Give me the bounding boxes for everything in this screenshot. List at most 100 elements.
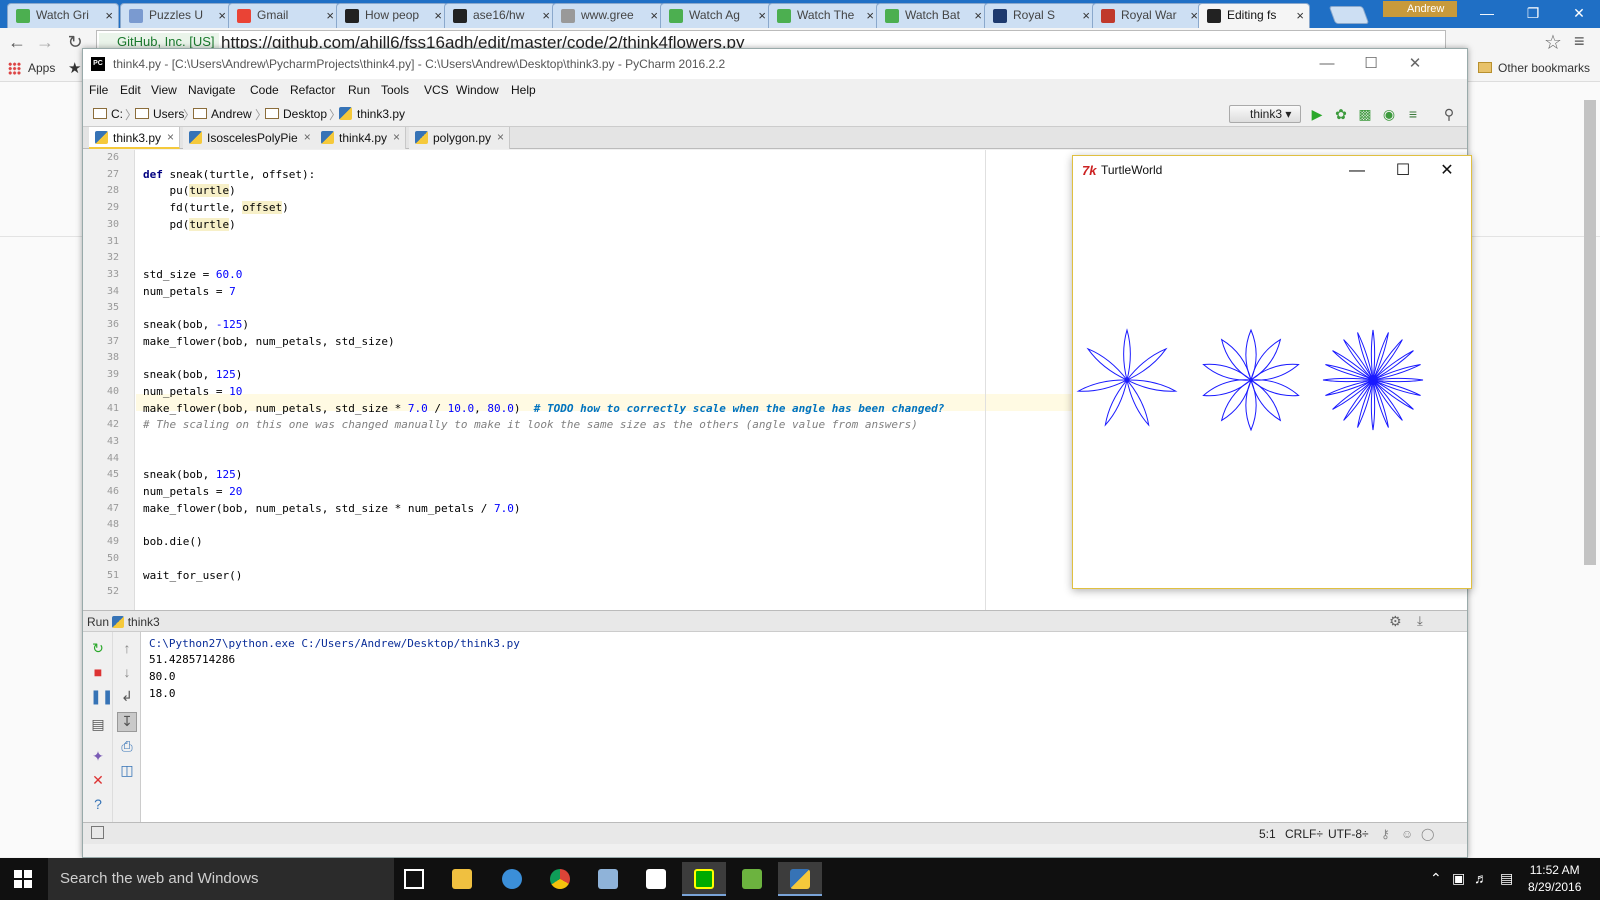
scroll-to-end-icon[interactable]: ↧	[117, 712, 137, 732]
taskbar-calculator[interactable]	[634, 862, 678, 896]
taskbar-app-4[interactable]	[586, 862, 630, 896]
bookmark-star-icon[interactable]: ☆	[1544, 30, 1562, 55]
menu-code[interactable]: Code	[250, 83, 279, 97]
settings-gear-icon[interactable]: ⚙	[1389, 613, 1402, 630]
taskbar-task-view[interactable]	[392, 862, 436, 896]
code-line[interactable]: # The scaling on this one was changed ma…	[143, 418, 918, 431]
browser-tab[interactable]: Watch The ×	[768, 3, 880, 28]
pycharm-minimize-button[interactable]: —	[1305, 53, 1349, 75]
code-line[interactable]: pu(turtle)	[143, 184, 236, 198]
pin-icon[interactable]: ✦	[90, 748, 106, 764]
browser-close-button[interactable]: ✕	[1556, 2, 1600, 24]
code-line[interactable]: num_petals = 20	[143, 485, 242, 498]
browser-restore-button[interactable]: ❐	[1510, 2, 1556, 24]
menu-window[interactable]: Window	[456, 83, 499, 97]
taskbar-edge[interactable]	[490, 862, 534, 896]
close-tab-icon[interactable]: ×	[218, 8, 226, 23]
tray-chevron-icon[interactable]: ⌃	[1430, 870, 1442, 887]
print-icon[interactable]: ⎙	[119, 738, 135, 754]
back-arrow-icon[interactable]: ←	[6, 31, 28, 53]
close-tab-icon[interactable]: ×	[393, 130, 400, 144]
bookmark-apps[interactable]: Apps	[8, 61, 55, 75]
close-tab-icon[interactable]: ×	[304, 130, 311, 144]
breadcrumb-andrew[interactable]: Andrew	[193, 107, 252, 121]
bookmark-other[interactable]: Other bookmarks	[1478, 61, 1590, 75]
breadcrumb-file[interactable]: think3.py	[339, 107, 405, 121]
menu-navigate[interactable]: Navigate	[188, 83, 235, 97]
taskbar-clock[interactable]: 11:52 AM 8/29/2016	[1528, 862, 1581, 896]
lock-icon[interactable]: ⚷	[1381, 827, 1390, 841]
profile-run-icon[interactable]: ◉	[1381, 106, 1397, 122]
line-separator[interactable]: CRLF÷	[1285, 827, 1323, 841]
code-line[interactable]: make_flower(bob, num_petals, std_size * …	[143, 502, 521, 515]
hide-panel-icon[interactable]: ⤓	[1417, 613, 1423, 629]
code-line[interactable]: def sneak(turtle, offset):	[143, 168, 315, 181]
stop-icon[interactable]: ■	[90, 664, 106, 680]
taskbar-file-explorer[interactable]	[440, 862, 484, 896]
browser-tab[interactable]: Watch Gri ×	[7, 3, 119, 28]
inspector-icon[interactable]: ☺	[1401, 827, 1413, 841]
down-arrow-icon[interactable]: ↓	[119, 664, 135, 680]
browser-tab[interactable]: Watch Ag ×	[660, 3, 772, 28]
network-icon[interactable]: ▣	[1452, 870, 1465, 887]
tab-isoscelespolypie[interactable]: IsoscelesPolyPie ×	[183, 127, 317, 149]
pause-icon[interactable]: ❚❚	[90, 688, 113, 704]
close-tab-icon[interactable]: ×	[866, 8, 874, 23]
close-tab-icon[interactable]: ×	[1082, 8, 1090, 23]
concurrency-icon[interactable]: ≡	[1405, 106, 1421, 122]
code-line[interactable]: sneak(bob, 125)	[143, 368, 242, 381]
file-encoding[interactable]: UTF-8÷	[1328, 827, 1369, 841]
code-line[interactable]: bob.die()	[143, 535, 203, 548]
soft-wrap-icon[interactable]: ↲	[119, 688, 135, 704]
tool-windows-icon[interactable]	[91, 826, 104, 839]
close-tab-icon[interactable]: ×	[434, 8, 442, 23]
browser-tab[interactable]: How peop ×	[336, 3, 448, 28]
event-log-icon[interactable]: ◯	[1421, 827, 1434, 841]
close-tab-icon[interactable]: ×	[758, 8, 766, 23]
rerun-icon[interactable]: ↻	[90, 640, 106, 656]
close-tab-icon[interactable]: ×	[167, 130, 174, 144]
close-tab-icon[interactable]: ×	[1296, 8, 1304, 23]
run-configuration-select[interactable]: think3 ▾	[1229, 105, 1301, 123]
code-line[interactable]: fd(turtle, offset)	[143, 201, 289, 215]
close-tab-icon[interactable]: ×	[1190, 8, 1198, 23]
menu-help[interactable]: Help	[511, 83, 536, 97]
pycharm-maximize-button[interactable]: ☐	[1349, 53, 1393, 75]
run-console[interactable]	[83, 632, 1467, 822]
layout-icon[interactable]: ▤	[90, 716, 106, 732]
menu-vcs[interactable]: VCS	[424, 83, 449, 97]
search-everywhere-icon[interactable]: ⚲	[1441, 106, 1457, 122]
browser-minimize-button[interactable]: —	[1464, 2, 1510, 24]
menu-refactor[interactable]: Refactor	[290, 83, 335, 97]
turtle-maximize-button[interactable]: ☐	[1381, 159, 1425, 183]
volume-icon[interactable]: ♬	[1474, 870, 1488, 886]
browser-tab[interactable]: ase16/hw ×	[444, 3, 556, 28]
code-line[interactable]: pd(turtle)	[143, 217, 236, 231]
taskbar-chrome[interactable]	[538, 862, 582, 896]
close-tab-icon[interactable]: ×	[650, 8, 658, 23]
taskbar-app-7[interactable]	[730, 862, 774, 896]
code-line[interactable]: make_flower(bob, num_petals, std_size * …	[143, 402, 944, 415]
breadcrumb-desktop[interactable]: Desktop	[265, 107, 327, 121]
close-run-icon[interactable]: ✕	[90, 772, 106, 788]
close-tab-icon[interactable]: ×	[974, 8, 982, 23]
menu-run[interactable]: Run	[348, 83, 370, 97]
browser-tab[interactable]: www.gree ×	[552, 3, 664, 28]
browser-tab[interactable]: Royal S ×	[984, 3, 1096, 28]
breadcrumb-users[interactable]: Users	[135, 107, 184, 121]
menu-file[interactable]: File	[89, 83, 108, 97]
chrome-menu-icon[interactable]: ≡	[1574, 31, 1585, 52]
tab-think3[interactable]: think3.py ×	[89, 127, 181, 149]
up-arrow-icon[interactable]: ↑	[119, 640, 135, 656]
close-tab-icon[interactable]: ×	[542, 8, 550, 23]
taskbar-pycharm[interactable]	[682, 862, 726, 896]
new-tab-button[interactable]	[1328, 6, 1370, 24]
coverage-icon[interactable]: ▩	[1357, 106, 1373, 122]
browser-tab[interactable]: Royal War ×	[1092, 3, 1204, 28]
close-tab-icon[interactable]: ×	[105, 8, 113, 23]
taskbar-search-box[interactable]: Search the web and Windows	[48, 858, 394, 900]
menu-edit[interactable]: Edit	[120, 83, 141, 97]
tab-think4[interactable]: think4.py ×	[315, 127, 407, 149]
browser-tab[interactable]: Gmail ×	[228, 3, 340, 28]
webpage-scrollbar[interactable]	[1584, 100, 1596, 565]
